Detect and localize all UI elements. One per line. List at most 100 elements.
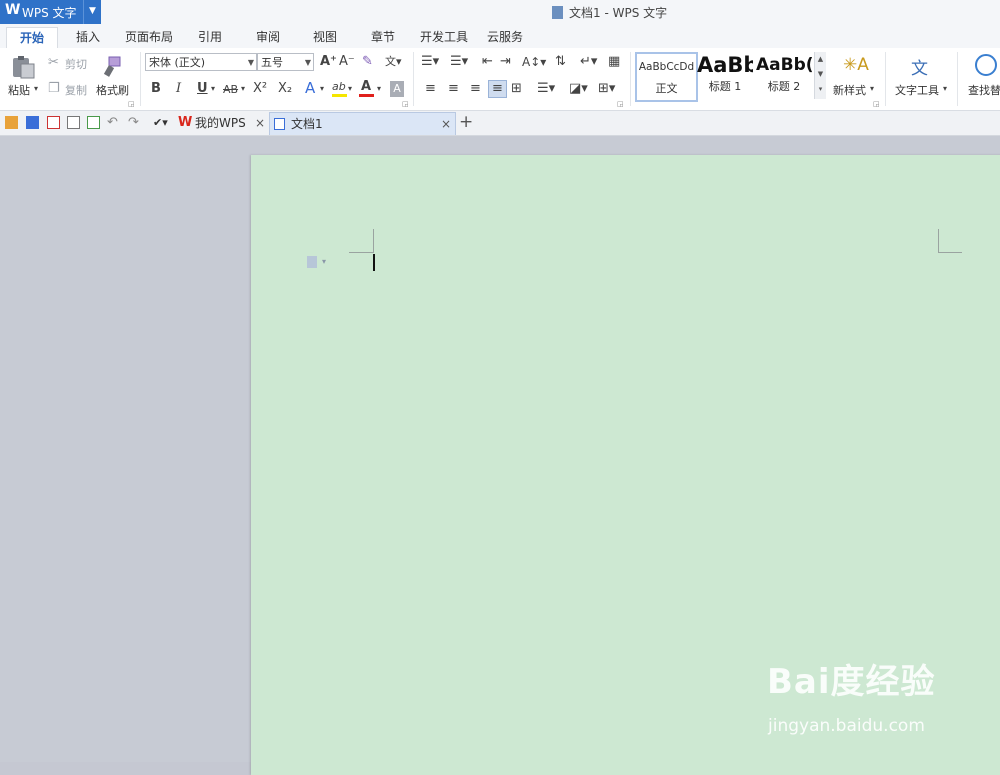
styles-scrollbar[interactable]: ▲ ▼ ▾ bbox=[814, 52, 826, 99]
numbered-list-icon[interactable]: ☰▾ bbox=[450, 54, 468, 70]
save-icon[interactable] bbox=[26, 116, 39, 129]
margin-mark bbox=[938, 252, 962, 253]
bold-button[interactable]: B bbox=[151, 81, 161, 97]
bullet-list-icon[interactable]: ☰▾ bbox=[421, 54, 439, 70]
font-size-select[interactable]: 五号 ▼ bbox=[257, 53, 314, 71]
export-pdf-icon[interactable] bbox=[47, 116, 60, 129]
tab-view[interactable]: 视图 bbox=[304, 27, 346, 48]
line-spacing-icon[interactable]: ☰▾ bbox=[537, 81, 555, 97]
align-center-icon[interactable]: ≡ bbox=[448, 81, 459, 97]
text-tools-button[interactable]: 文字工具 bbox=[895, 82, 939, 98]
strikethrough-button[interactable]: AB bbox=[223, 82, 238, 98]
phonetic-guide-icon[interactable]: 文▾ bbox=[385, 54, 402, 70]
app-menu-button[interactable]: W WPS 文字 ▼ bbox=[0, 0, 101, 24]
separator bbox=[413, 52, 414, 106]
separator bbox=[957, 52, 958, 106]
undo-icon[interactable]: ↶ bbox=[107, 115, 118, 131]
paragraph-layout-icon[interactable] bbox=[307, 256, 317, 268]
decrease-indent-icon[interactable]: ⇤ bbox=[482, 54, 493, 70]
shading-icon[interactable]: ◪▾ bbox=[569, 81, 588, 97]
strikethrough-dropdown-icon[interactable]: ▾ bbox=[241, 81, 245, 97]
document-icon bbox=[552, 6, 563, 19]
italic-button[interactable]: I bbox=[176, 81, 181, 97]
chevron-down-icon: ▼ bbox=[247, 58, 254, 67]
tab-cloud[interactable]: 云服务 bbox=[482, 27, 528, 48]
text-effect-dropdown-icon[interactable]: ▾ bbox=[320, 81, 324, 97]
distributed-icon[interactable]: ⊞ bbox=[511, 81, 522, 97]
customize-toolbar-icon[interactable]: ✔▾ bbox=[153, 115, 168, 131]
align-left-icon[interactable]: ≡ bbox=[425, 81, 436, 97]
new-style-icon[interactable]: ✳A bbox=[843, 55, 869, 75]
font-color-button[interactable]: A bbox=[361, 79, 371, 95]
style-heading-1[interactable]: AaBb 标题 1 bbox=[697, 52, 753, 98]
close-icon[interactable]: × bbox=[255, 112, 265, 134]
style-heading-2[interactable]: AaBb( 标题 2 bbox=[756, 52, 812, 98]
grow-font-button[interactable]: A⁺ bbox=[320, 54, 337, 70]
window-title: 文档1 - WPS 文字 bbox=[552, 4, 667, 21]
cut-button[interactable]: 剪切 bbox=[65, 56, 87, 72]
text-direction-icon[interactable]: A↕▾ bbox=[522, 54, 546, 70]
copy-button[interactable]: 复制 bbox=[65, 82, 87, 98]
find-replace-icon[interactable] bbox=[975, 54, 997, 76]
text-tools-dropdown-icon[interactable]: ▾ bbox=[943, 81, 947, 97]
tab-document[interactable]: 文档1 × bbox=[269, 112, 456, 135]
clipboard-launcher-icon[interactable]: ◲ bbox=[128, 100, 135, 108]
table-icon[interactable]: ▦ bbox=[608, 54, 620, 70]
quick-access-and-tabs: ↶ ↷ ✔▾ W 我的WPS × 文档1 × + bbox=[0, 111, 1000, 136]
underline-dropdown-icon[interactable]: ▾ bbox=[211, 81, 215, 97]
style-label: 正文 bbox=[655, 82, 678, 95]
shrink-font-button[interactable]: A⁻ bbox=[339, 54, 355, 70]
baidu-watermark-logo: Bai度经验 bbox=[767, 662, 936, 702]
tab-review[interactable]: 审阅 bbox=[247, 27, 289, 48]
tab-insert[interactable]: 插入 bbox=[66, 27, 110, 48]
print-icon[interactable] bbox=[67, 116, 80, 129]
subscript-button[interactable]: X₂ bbox=[278, 81, 292, 97]
new-tab-icon[interactable]: + bbox=[459, 114, 473, 131]
scissors-icon[interactable]: ✂ bbox=[48, 55, 59, 71]
new-style-dropdown-icon[interactable]: ▾ bbox=[870, 81, 874, 97]
clear-format-icon[interactable]: ✎ bbox=[362, 54, 373, 70]
font-size-value: 五号 bbox=[261, 56, 283, 69]
paragraph-layout-dropdown-icon[interactable]: ▾ bbox=[322, 257, 326, 266]
style-normal[interactable]: AaBbCcDd 正文 bbox=[635, 52, 698, 102]
superscript-button[interactable]: X² bbox=[253, 81, 267, 97]
redo-icon[interactable]: ↷ bbox=[128, 115, 139, 131]
align-right-icon[interactable]: ≡ bbox=[470, 81, 481, 97]
open-folder-icon[interactable] bbox=[5, 116, 18, 129]
styles-launcher-icon[interactable]: ◲ bbox=[873, 100, 880, 108]
highlight-button[interactable]: ab bbox=[332, 79, 346, 95]
paste-icon[interactable] bbox=[10, 54, 36, 80]
copy-icon[interactable]: ❐ bbox=[48, 81, 60, 97]
tab-home[interactable]: 开始 bbox=[6, 27, 58, 49]
show-marks-icon[interactable]: ↵▾ bbox=[580, 54, 597, 70]
highlight-color-bar bbox=[332, 94, 347, 97]
font-launcher-icon[interactable]: ◲ bbox=[402, 100, 409, 108]
chevron-down-icon[interactable]: ▼ bbox=[83, 0, 101, 24]
tab-page-layout[interactable]: 页面布局 bbox=[120, 27, 178, 48]
justify-icon[interactable]: ≡ bbox=[488, 80, 507, 98]
tab-developer[interactable]: 开发工具 bbox=[415, 27, 473, 48]
find-replace-button[interactable]: 查找替 bbox=[968, 82, 1000, 98]
format-painter-icon[interactable] bbox=[103, 54, 123, 78]
sort-icon[interactable]: ⇅ bbox=[555, 54, 566, 70]
print-preview-icon[interactable] bbox=[87, 116, 100, 129]
font-color-dropdown-icon[interactable]: ▾ bbox=[377, 81, 381, 97]
borders-icon[interactable]: ⊞▾ bbox=[598, 81, 615, 97]
paste-button[interactable]: 粘贴 bbox=[8, 82, 30, 98]
underline-button[interactable]: U bbox=[197, 81, 208, 97]
tab-references[interactable]: 引用 bbox=[189, 27, 231, 48]
close-icon[interactable]: × bbox=[441, 113, 451, 135]
text-tools-icon[interactable]: 文 bbox=[911, 54, 928, 79]
increase-indent-icon[interactable]: ⇥ bbox=[500, 54, 511, 70]
paste-dropdown-icon[interactable]: ▾ bbox=[34, 81, 38, 97]
char-shading-button[interactable]: A bbox=[390, 81, 404, 97]
text-effect-button[interactable]: A bbox=[305, 80, 315, 96]
tab-chapter[interactable]: 章节 bbox=[362, 27, 404, 48]
new-style-button[interactable]: 新样式 bbox=[833, 82, 866, 98]
paragraph-launcher-icon[interactable]: ◲ bbox=[617, 100, 624, 108]
format-painter-button[interactable]: 格式刷 bbox=[96, 82, 129, 98]
font-name-select[interactable]: 宋体 (正文) ▼ bbox=[145, 53, 257, 71]
highlight-dropdown-icon[interactable]: ▾ bbox=[348, 81, 352, 97]
tab-my-wps[interactable]: W 我的WPS × bbox=[173, 112, 268, 134]
document-icon bbox=[274, 118, 285, 130]
